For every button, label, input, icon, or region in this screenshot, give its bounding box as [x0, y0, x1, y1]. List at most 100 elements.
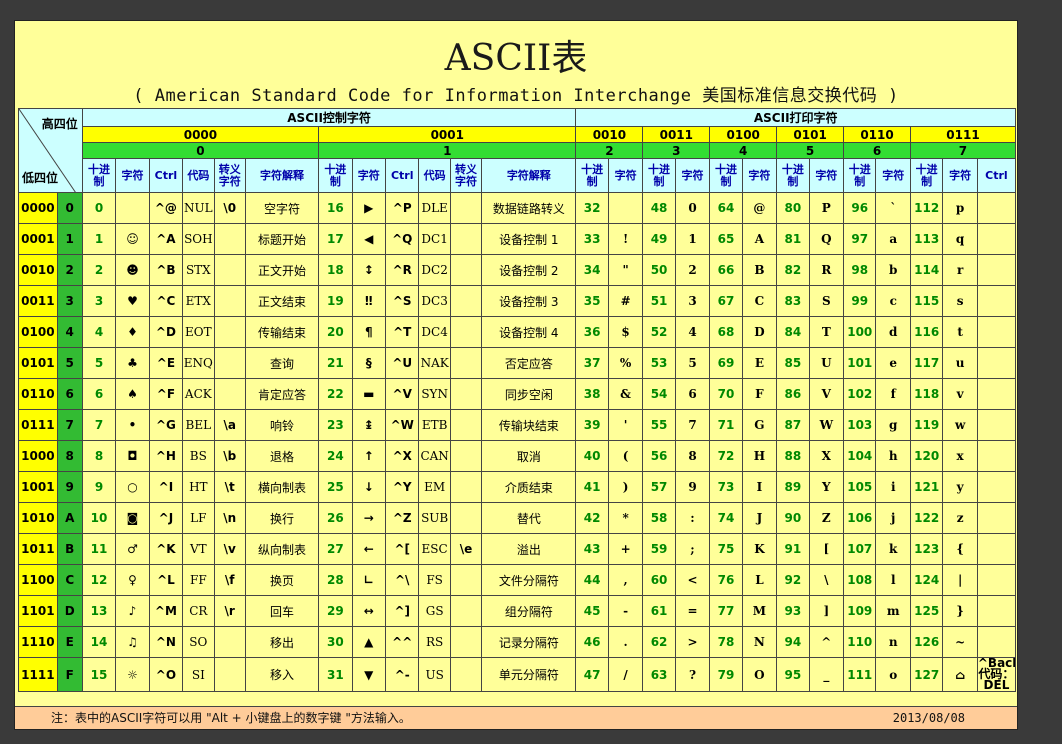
char-5: _ — [808, 657, 845, 692]
char-1: ↨ — [351, 409, 387, 441]
dec-1: 28 — [318, 564, 353, 596]
dec-6: 100 — [843, 316, 877, 348]
char-7: ⌂ — [942, 657, 978, 692]
char-0: ♫ — [115, 626, 150, 658]
desc-1: 记录分隔符 — [481, 626, 577, 658]
escape-1 — [449, 347, 483, 379]
code-1: CAN — [418, 440, 451, 472]
char-6: m — [875, 595, 911, 627]
char-7: | — [942, 564, 978, 596]
table-corner: 高四位 低四位 — [18, 108, 83, 193]
desc-1: 组分隔符 — [481, 595, 577, 627]
char-4: M — [741, 595, 778, 627]
desc-0: 传输结束 — [244, 316, 320, 348]
char-5: ] — [808, 595, 845, 627]
row-hex: 4 — [56, 316, 83, 348]
char-4: C — [741, 285, 778, 317]
char-1: ▲ — [351, 626, 387, 658]
desc-0: 空字符 — [244, 192, 320, 224]
desc-0: 查询 — [244, 347, 320, 379]
dec-5: 87 — [776, 409, 810, 441]
corner-low-label: 低四位 — [22, 171, 59, 185]
desc-1: 替代 — [481, 502, 577, 534]
code-0: STX — [182, 254, 215, 286]
row-bin: 0110 — [18, 378, 58, 410]
char-6: o — [875, 657, 911, 692]
row-hex: 7 — [56, 409, 83, 441]
char-5: \ — [808, 564, 845, 596]
ctrl-1: ^R — [384, 254, 420, 286]
dec-2: 45 — [575, 595, 609, 627]
row-hex: E — [56, 626, 83, 658]
char-7: z — [942, 502, 978, 534]
escape-1 — [449, 471, 483, 503]
desc-0: 正文开始 — [244, 254, 320, 286]
desc-1: 介质结束 — [481, 471, 577, 503]
group-bin-0: 0000 — [81, 126, 320, 143]
dec-4: 66 — [709, 254, 743, 286]
char-3: : — [674, 502, 711, 534]
ctrl-0: ^B — [148, 254, 184, 286]
dec-0: 14 — [81, 626, 117, 658]
code-1: SUB — [418, 502, 451, 534]
ctrl-7 — [976, 254, 1017, 286]
char-6: n — [875, 626, 911, 658]
dec-7: 120 — [909, 440, 944, 472]
char-4: A — [741, 223, 778, 255]
dec-1: 19 — [318, 285, 353, 317]
dec-3: 57 — [642, 471, 676, 503]
row-bin: 1100 — [18, 564, 58, 596]
dec-6: 97 — [843, 223, 877, 255]
dec-4: 69 — [709, 347, 743, 379]
table-row: 1111 F 15 ☼ ^O SI 移入 31 ▼ ^- US 单元分隔符 47/63? 79 O 95 _ 11… — [18, 657, 1017, 692]
dec-0: 0 — [81, 192, 117, 224]
dec-5: 88 — [776, 440, 810, 472]
char-6: ` — [875, 192, 911, 224]
ctrl-7 — [976, 223, 1017, 255]
char-0: ☼ — [115, 657, 150, 692]
table-row: 0110 6 6 ♠ ^F ACK 肯定应答 22 ▬ ^V SYN 同步空闲 38 & 54 6 70 F 86 V… — [18, 378, 1017, 410]
dec-0: 12 — [81, 564, 117, 596]
dec-7: 113 — [909, 223, 944, 255]
char-7: u — [942, 347, 978, 379]
row-hex: C — [56, 564, 83, 596]
ctrl-1: ^V — [384, 378, 420, 410]
dec-0: 7 — [81, 409, 117, 441]
table-row: 0010 2 2 ☻ ^B STX 正文开始 18 ↕ ^R DC2 设备控制 2 34 " 50 2 66 B 8… — [18, 254, 1017, 286]
char-1: → — [351, 502, 387, 534]
table-row: 1000 8 8 ◘ ^H BS \b 退格 24 ↑ ^X CAN 取消 40(56 8 72 H 88 X 104… — [18, 440, 1017, 472]
char-5: U — [808, 347, 845, 379]
table-row: 0111 7 7 • ^G BEL \a 响铃 23 ↨ ^W ETB 传输块结束 39 ' 55 7 71 G 87… — [18, 409, 1017, 441]
ctrl-1: ^T — [384, 316, 420, 348]
char-6: e — [875, 347, 911, 379]
char-1: ↑ — [351, 440, 387, 472]
desc-1: 设备控制 2 — [481, 254, 577, 286]
dec-5: 91 — [776, 533, 810, 565]
code-1: GS — [418, 595, 451, 627]
char-7: v — [942, 378, 978, 410]
char-0: ◙ — [115, 502, 150, 534]
char-3: ? — [674, 657, 711, 692]
row-bin: 1001 — [18, 471, 58, 503]
dec-0: 3 — [81, 285, 117, 317]
ctrl-7 — [976, 192, 1017, 224]
row-hex: F — [56, 657, 83, 692]
char-5: ^ — [808, 626, 845, 658]
group-hex-3: 3 — [642, 142, 711, 159]
group-hex-7: 7 — [909, 142, 1017, 159]
ctrl-1: ^^ — [384, 626, 420, 658]
dec-6: 99 — [843, 285, 877, 317]
dec-0: 9 — [81, 471, 117, 503]
char-0: ♪ — [115, 595, 150, 627]
group-bin-1: 0001 — [318, 126, 577, 143]
char-0: ☺ — [115, 223, 150, 255]
char-4: N — [741, 626, 778, 658]
sub-char-2: 字符 — [607, 158, 644, 193]
char-6: b — [875, 254, 911, 286]
table-row: 0011 3 3 ♥ ^C ETX 正文结束 19 ‼ ^S DC3 设备控制 3 35 #51 3 67 C 8… — [18, 285, 1017, 317]
dec-5: 92 — [776, 564, 810, 596]
group-hex-6: 6 — [843, 142, 911, 159]
code-1: DC2 — [418, 254, 451, 286]
char-1: ↓ — [351, 471, 387, 503]
dec-2: 44 — [575, 564, 609, 596]
